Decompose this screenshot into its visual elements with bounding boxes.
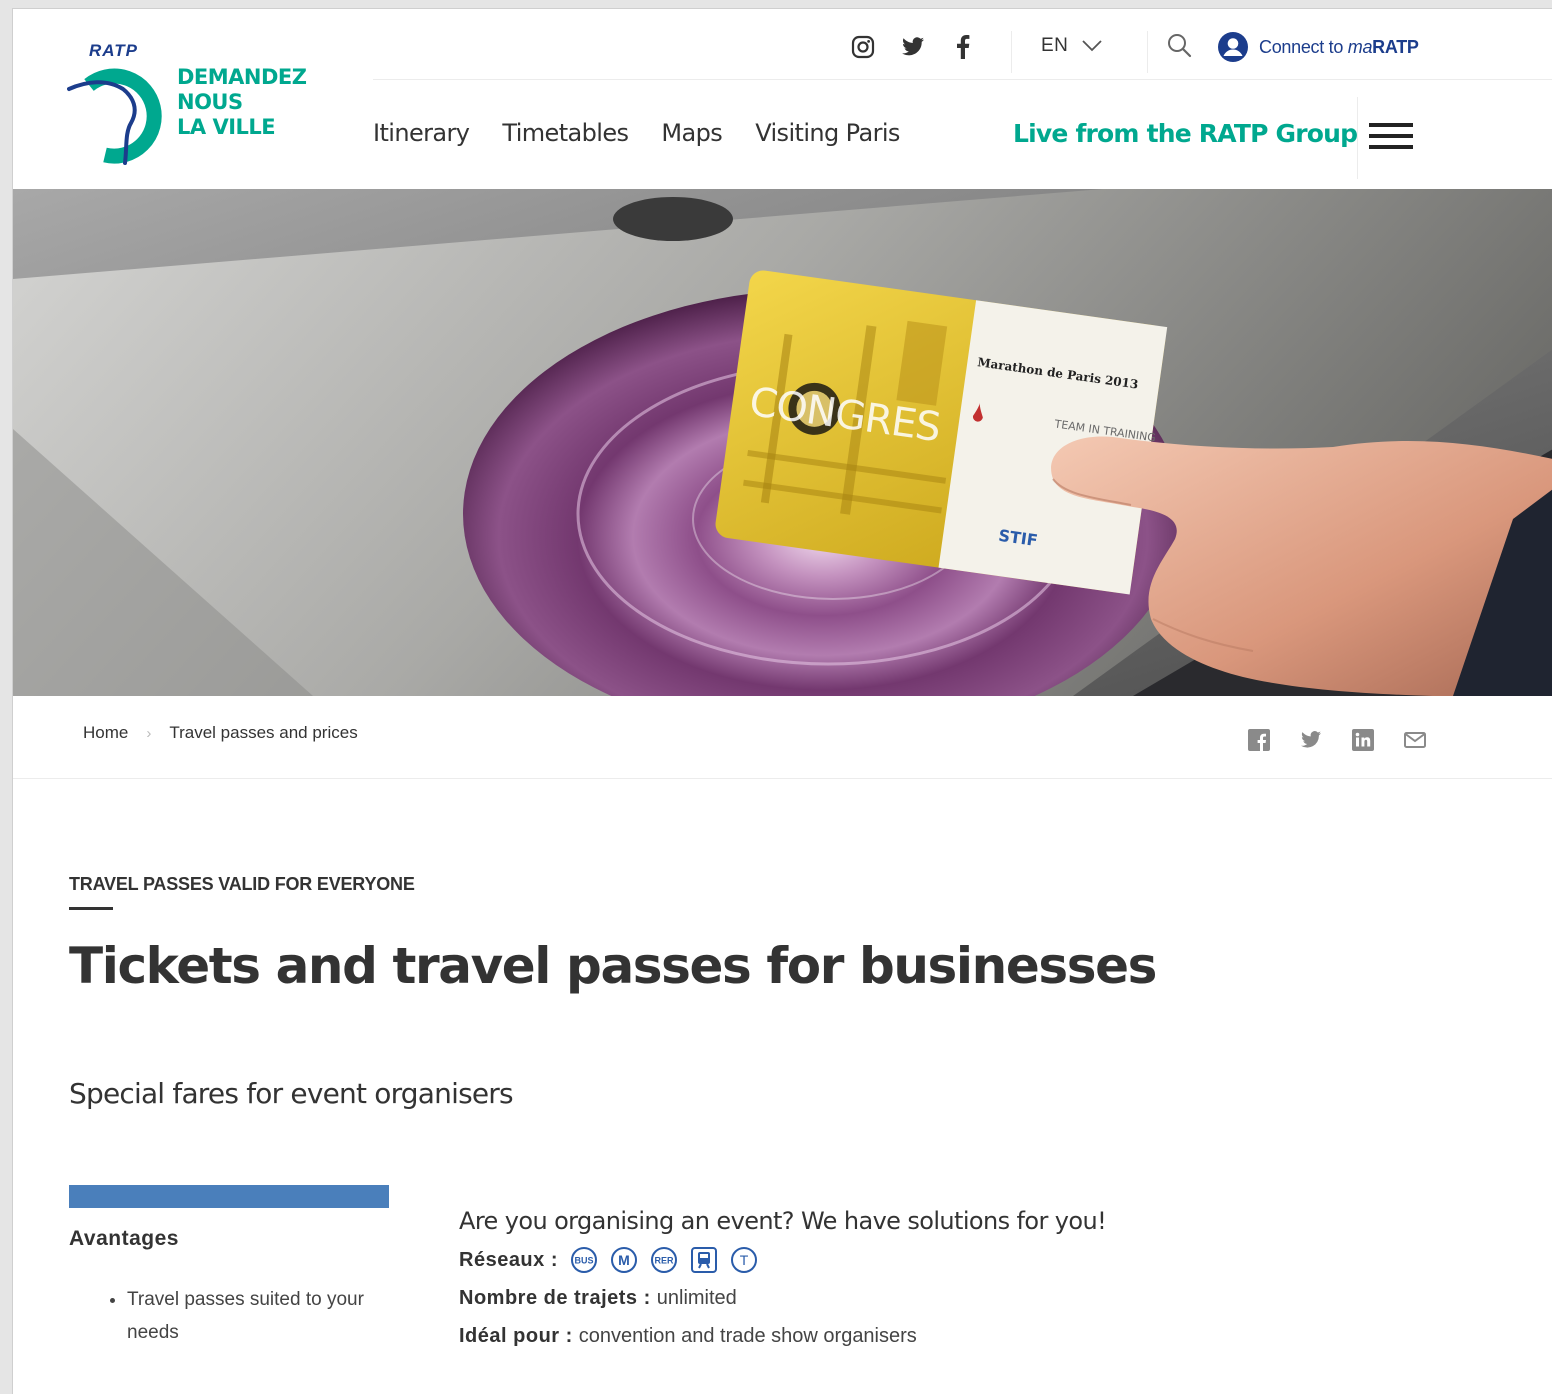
language-selector[interactable]: EN	[1041, 35, 1103, 57]
search-icon	[1168, 34, 1192, 58]
share-links	[1245, 726, 1429, 754]
tagline-line: LA VILLE	[177, 115, 276, 139]
logo-ratp-text: RATP	[89, 41, 139, 60]
network-label: BUS	[574, 1256, 593, 1266]
site-header: RATP DEMANDEZ NOUS LA VILLE EN Connect t…	[13, 9, 1552, 189]
hamburger-icon	[1369, 123, 1413, 149]
tagline-line: NOUS	[177, 90, 243, 114]
advantages-accent-bar	[69, 1185, 389, 1208]
nav-separator	[1357, 97, 1358, 179]
eyebrow-divider	[69, 907, 113, 910]
nav-visiting-paris[interactable]: Visiting Paris	[755, 119, 900, 147]
ratp-logo[interactable]: RATP DEMANDEZ NOUS LA VILLE	[63, 39, 307, 165]
language-label: EN	[1041, 35, 1069, 56]
browser-viewport: RATP DEMANDEZ NOUS LA VILLE EN Connect t…	[12, 8, 1552, 1394]
page-subtitle: Special fares for event organisers	[69, 1077, 514, 1110]
network-label: M	[618, 1252, 630, 1268]
networks-label: Réseaux :	[459, 1249, 558, 1271]
nav-itinerary[interactable]: Itinerary	[373, 119, 470, 147]
network-label: T	[740, 1252, 749, 1268]
hero-image: CONGRES Marathon de Paris 2013 TEAM IN T…	[13, 189, 1552, 696]
utility-divider	[373, 79, 1552, 80]
share-email-icon[interactable]	[1401, 726, 1429, 754]
advantages-title: Avantages	[69, 1227, 179, 1250]
ratp-logo-icon	[67, 68, 162, 165]
bus-network-icon: BUS	[571, 1247, 597, 1273]
nav-live-from-ratp[interactable]: Live from the RATP Group	[1013, 119, 1358, 148]
main-navigation: Itinerary Timetables Maps Visiting Paris	[373, 119, 900, 147]
offer-heading: Are you organising an event? We have sol…	[459, 1207, 1107, 1235]
metro-network-icon: M	[611, 1247, 637, 1273]
instagram-icon[interactable]	[849, 33, 877, 61]
twitter-icon[interactable]	[899, 33, 927, 61]
search-button[interactable]	[1165, 31, 1193, 59]
tram-network-icon: T	[731, 1247, 757, 1273]
trips-value: unlimited	[656, 1287, 737, 1309]
rer-network-icon: RER	[651, 1247, 677, 1273]
facebook-icon[interactable]	[949, 33, 977, 61]
connect-brand: RATP	[1372, 36, 1419, 57]
nav-maps[interactable]: Maps	[661, 119, 722, 147]
offer-info: Are you organising an event? We have sol…	[459, 1207, 1359, 1355]
chevron-down-icon	[1082, 40, 1103, 52]
share-twitter-icon[interactable]	[1297, 726, 1325, 754]
connect-account-link[interactable]: Connect to maRATP	[1217, 31, 1419, 63]
network-label: RER	[654, 1256, 674, 1266]
breadcrumb-current[interactable]: Travel passes and prices	[169, 723, 357, 743]
menu-button[interactable]	[1369, 119, 1413, 153]
tagline-line: DEMANDEZ	[177, 65, 307, 89]
breadcrumb: Home › Travel passes and prices	[83, 723, 358, 743]
breadcrumb-home[interactable]: Home	[83, 723, 128, 743]
chevron-right-icon: ›	[146, 724, 152, 742]
connect-label: Connect to maRATP	[1259, 37, 1419, 58]
utility-separator	[1147, 31, 1148, 73]
logo-tagline: DEMANDEZ NOUS LA VILLE	[177, 65, 307, 140]
advantages-list: Travel passes suited to your needs	[105, 1283, 417, 1349]
page-title: Tickets and travel passes for businesses	[69, 937, 1157, 995]
trips-label: Nombre de trajets :	[459, 1287, 651, 1309]
share-linkedin-icon[interactable]	[1349, 726, 1377, 754]
ideal-value: convention and trade show organisers	[578, 1325, 917, 1347]
section-eyebrow: TRAVEL PASSES VALID FOR EVERYONE	[69, 874, 415, 894]
connect-ma: ma	[1347, 36, 1373, 57]
train-network-icon	[691, 1247, 717, 1273]
social-links	[849, 33, 977, 61]
trips-row: Nombre de trajets : unlimited	[459, 1279, 1359, 1317]
list-item: Travel passes suited to your needs	[127, 1283, 417, 1349]
networks-row: Réseaux : BUS M RER T	[459, 1241, 1359, 1279]
network-icons: BUS M RER T	[570, 1246, 758, 1274]
user-icon	[1218, 32, 1248, 62]
share-facebook-icon[interactable]	[1245, 726, 1273, 754]
utility-separator	[1011, 31, 1012, 73]
nav-timetables[interactable]: Timetables	[502, 119, 629, 147]
ideal-row: Idéal pour : convention and trade show o…	[459, 1317, 1359, 1355]
ideal-label: Idéal pour :	[459, 1325, 573, 1347]
connect-prefix: Connect to	[1259, 36, 1348, 57]
breadcrumb-bar: Home › Travel passes and prices	[13, 696, 1552, 779]
hero-illustration: CONGRES Marathon de Paris 2013 TEAM IN T…	[13, 189, 1552, 696]
